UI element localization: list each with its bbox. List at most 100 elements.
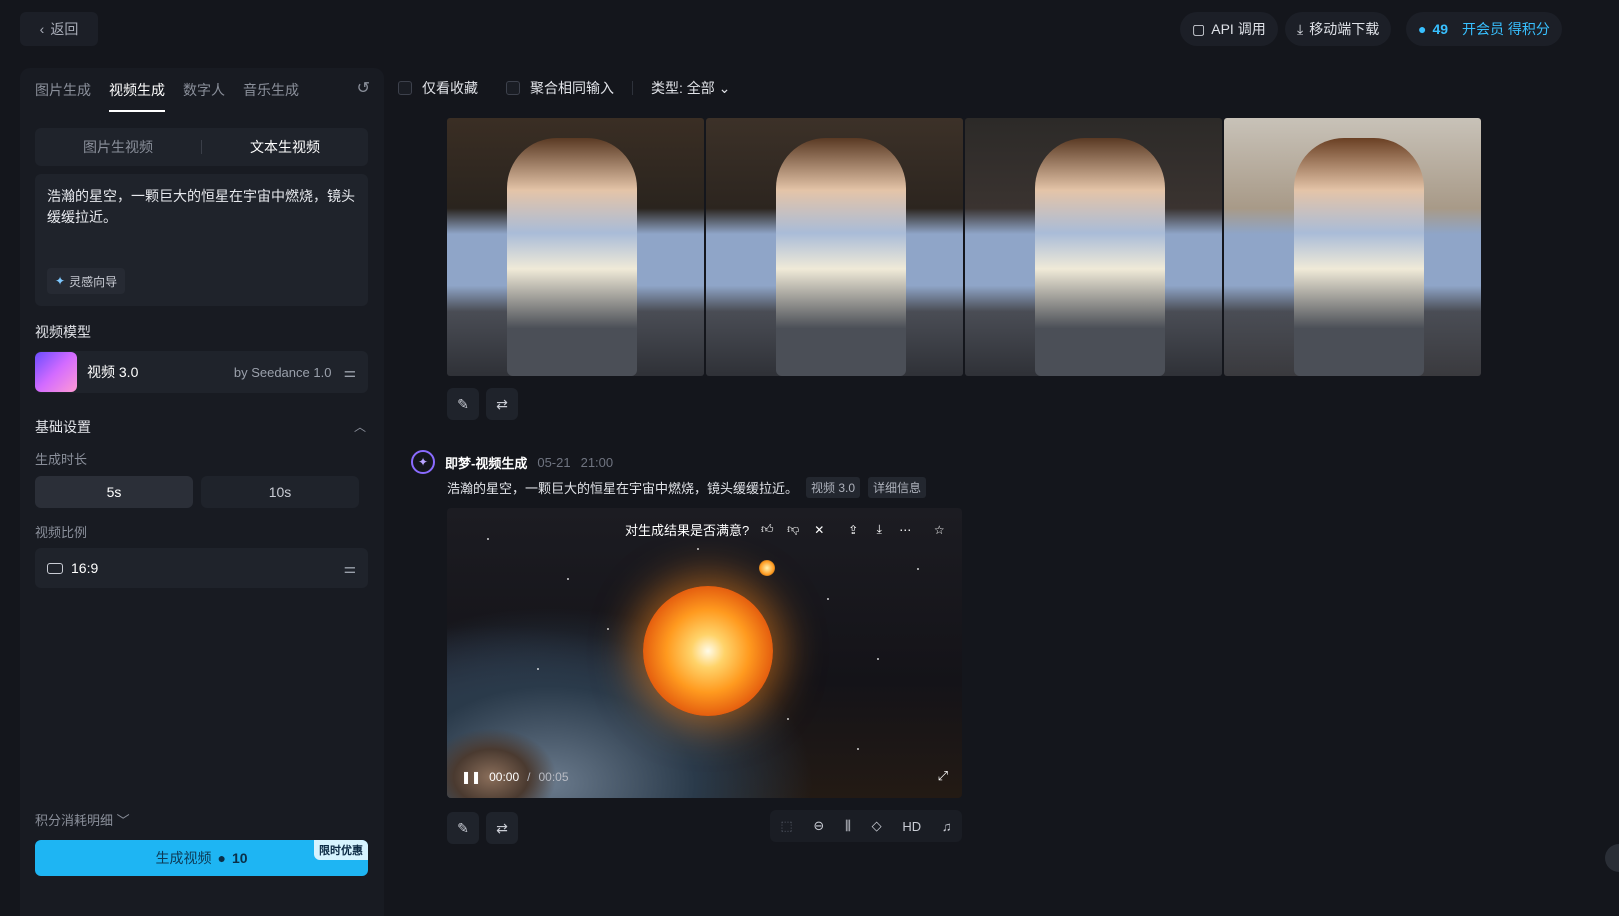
hd-button[interactable]: HD: [902, 819, 921, 834]
credit-count: 49: [1432, 21, 1449, 37]
duration-10s-button[interactable]: 10s: [201, 476, 359, 508]
star: [877, 658, 879, 660]
promo-badge: 限时优惠: [314, 840, 368, 860]
mobile-download-label: 移动端下载: [1309, 21, 1380, 37]
divider: [632, 81, 633, 95]
star: [787, 718, 789, 720]
filter-bar: 仅看收藏 聚合相同输入 类型: 全部 ⌄: [398, 78, 730, 98]
mode-switch: 图片生视频 文本生视频: [35, 128, 368, 166]
generation-time: 21:00: [580, 454, 614, 470]
generation-header: ✦ 即梦-视频生成 05-21 21:00: [411, 450, 613, 474]
left-panel: 图片生成 视频生成 数字人 音乐生成 ↺ 图片生视频 文本生视频 浩瀚的星空，一…: [20, 68, 384, 916]
result-image[interactable]: [447, 118, 704, 376]
generate-label: 生成视频: [155, 850, 212, 866]
model-section-label: 视频模型: [35, 324, 91, 340]
regenerate-icon[interactable]: ⇄: [486, 388, 518, 420]
merge-label[interactable]: 聚合相同输入: [530, 78, 614, 98]
favorites-checkbox[interactable]: [398, 81, 412, 95]
download-icon: ⤓: [1297, 20, 1304, 37]
favorite-star-icon[interactable]: ☆: [931, 523, 947, 537]
video-tools: ⬚ ⊖ ⫼ ◇ HD ♫: [770, 810, 962, 842]
tab-image-gen[interactable]: 图片生成: [35, 80, 91, 112]
total-time: 00:05: [538, 770, 569, 784]
share-icon[interactable]: ⇪: [845, 523, 861, 537]
regenerate-icon[interactable]: ⇄: [486, 812, 518, 844]
back-label: 返回: [50, 21, 79, 37]
basic-settings-label: 基础设置: [35, 419, 91, 435]
music-icon[interactable]: ♫: [942, 819, 952, 834]
mobile-download-button[interactable]: ⤓ 移动端下载: [1285, 12, 1392, 46]
inspire-button[interactable]: ✦ 灵感向导: [47, 268, 126, 294]
thumbs-up-icon[interactable]: 👍︎: [759, 522, 775, 537]
inspire-label: 灵感向导: [69, 274, 118, 289]
more-icon[interactable]: ⋯: [897, 523, 913, 537]
chevron-down-icon: ⌄: [718, 80, 731, 96]
star: [607, 628, 609, 630]
video-player[interactable]: 对生成结果是否满意? 👍︎ 👎︎ ✕ ⇪ ⤓ ⋯ ☆ ❚❚ 00:00 / 00…: [447, 508, 962, 798]
text-to-video-option[interactable]: 文本生视频: [202, 137, 368, 157]
generate-video-button[interactable]: 生成视频 ● 10 限时优惠: [35, 840, 368, 876]
credits-vip-button[interactable]: ● 49 开会员 得积分: [1406, 12, 1562, 46]
star-sun-graphic: [643, 586, 773, 716]
diamond-icon[interactable]: ◇: [872, 818, 882, 834]
feedback-question: 对生成结果是否满意?: [625, 523, 750, 538]
duration-5s-button[interactable]: 5s: [35, 476, 193, 508]
chevron-left-icon: ‹: [39, 21, 45, 37]
prompt-input[interactable]: 浩瀚的星空，一颗巨大的恒星在宇宙中燃烧，镜头缓缓拉近。 ✦ 灵感向导: [35, 174, 368, 306]
sliders-icon[interactable]: ⚌: [343, 364, 356, 381]
type-filter-dropdown[interactable]: 类型: 全部 ⌄: [651, 78, 730, 98]
audio-levels-icon[interactable]: ⫼: [845, 818, 851, 834]
jimeng-logo-icon: ✦: [411, 450, 435, 474]
chat-icon: ▢: [1192, 20, 1206, 37]
ratio-label: 视频比例: [35, 525, 88, 540]
back-button[interactable]: ‹ 返回: [20, 12, 98, 46]
video-time: ❚❚ 00:00 / 00:05: [461, 770, 569, 784]
sparkle-icon: ✦: [55, 274, 66, 288]
feedback-bar: 对生成结果是否满意? 👍︎ 👎︎ ✕ ⇪ ⤓ ⋯ ☆: [625, 520, 947, 539]
generation-name: 即梦-视频生成: [445, 455, 528, 471]
generation-prompt-row: 浩瀚的星空，一颗巨大的恒星在宇宙中燃烧，镜头缓缓拉近。 视频 3.0 详细信息: [447, 477, 927, 498]
model-provider: by Seedance 1.0: [233, 364, 332, 380]
chevron-up-icon[interactable]: ︿: [354, 418, 366, 435]
thumbs-down-icon[interactable]: 👎︎: [785, 522, 801, 537]
history-icon[interactable]: ↺: [357, 78, 370, 98]
pause-icon[interactable]: ❚❚: [461, 770, 481, 784]
close-icon[interactable]: ✕: [811, 523, 827, 537]
api-label: API 调用: [1211, 21, 1266, 37]
nebula-cloud: [447, 728, 557, 798]
model-tag: 视频 3.0: [806, 477, 861, 498]
floating-button[interactable]: [1605, 844, 1619, 872]
result-image[interactable]: [1224, 118, 1481, 376]
cost-detail-toggle[interactable]: 积分消耗明细 ﹀: [35, 810, 130, 829]
result-image[interactable]: [706, 118, 963, 376]
ratio-selector[interactable]: 16:9 ⚌: [35, 548, 368, 588]
small-star-graphic: [759, 560, 775, 576]
tab-video-gen[interactable]: 视频生成: [109, 80, 165, 112]
edit-icon[interactable]: ✎: [447, 388, 479, 420]
generate-cost: 10: [231, 850, 248, 866]
model-selector[interactable]: 视频 3.0 by Seedance 1.0 ⚌: [35, 351, 368, 393]
star: [567, 578, 569, 580]
model-name: 视频 3.0: [87, 364, 139, 380]
edit-icon[interactable]: ✎: [447, 812, 479, 844]
star: [697, 548, 699, 550]
result-image[interactable]: [965, 118, 1222, 376]
sliders-icon[interactable]: ⚌: [343, 560, 356, 577]
image-results: [447, 118, 1481, 376]
download-icon[interactable]: ⤓: [871, 522, 887, 537]
image-to-video-option[interactable]: 图片生视频: [35, 137, 201, 157]
generation-prompt: 浩瀚的星空，一颗巨大的恒星在宇宙中燃烧，镜头缓缓拉近。: [447, 481, 799, 496]
type-filter-label: 类型: 全部: [651, 80, 715, 96]
merge-checkbox[interactable]: [506, 81, 520, 95]
current-time: 00:00: [489, 770, 520, 784]
detail-tag[interactable]: 详细信息: [868, 477, 927, 498]
ratio-value: 16:9: [71, 560, 99, 576]
fullscreen-icon[interactable]: ⤢: [938, 768, 948, 784]
vip-link[interactable]: 开会员 得积分: [1462, 19, 1550, 39]
favorites-label[interactable]: 仅看收藏: [422, 78, 478, 98]
tab-music-gen[interactable]: 音乐生成: [243, 80, 299, 112]
prompt-text[interactable]: 浩瀚的星空，一颗巨大的恒星在宇宙中燃烧，镜头缓缓拉近。: [47, 186, 356, 228]
api-button[interactable]: ▢ API 调用: [1180, 12, 1278, 46]
loop-icon[interactable]: ⊖: [813, 818, 824, 834]
tab-digital-human[interactable]: 数字人: [183, 80, 225, 112]
